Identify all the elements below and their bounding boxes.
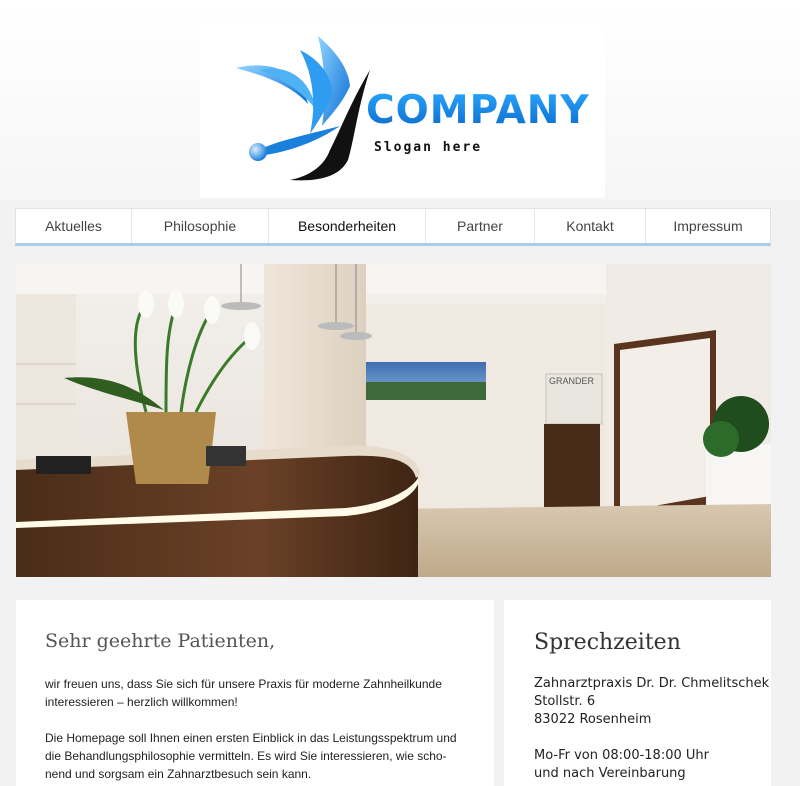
opening-times: Mo-Fr von 08:00-18:00 Uhr	[534, 748, 709, 763]
appointment-note: und nach Vereinbarung	[534, 766, 686, 781]
main-navigation: Aktuelles Philosophie Besonderheiten Par…	[15, 208, 771, 246]
hero-image: GRANDER	[16, 264, 771, 577]
welcome-intro-line-1: wir freuen uns, dass Sie sich für unsere…	[45, 677, 442, 691]
company-logo-icon	[236, 36, 370, 181]
logo-wordmark: COMPANY	[366, 88, 590, 133]
nav-item-philosophie[interactable]: Philosophie	[132, 209, 269, 243]
opening-hours-heading: Sprechzeiten	[534, 630, 681, 655]
nav-item-partner[interactable]: Partner	[426, 209, 535, 243]
logo-slogan: Slogan here	[374, 140, 483, 155]
grander-sign-label: GRANDER	[549, 376, 595, 386]
practice-street: Stollstr. 6	[534, 694, 596, 709]
nav-item-aktuelles[interactable]: Aktuelles	[16, 209, 132, 243]
opening-hours-panel: Sprechzeiten Zahnarztpraxis Dr. Dr. Chme…	[504, 600, 771, 786]
welcome-intro-line-2: interessieren – herzlich willkommen!	[45, 695, 238, 709]
header: COMPANY Slogan here	[0, 0, 800, 200]
welcome-body-line-2: die Behandlungsphilosophie vermitteln. E…	[45, 749, 447, 763]
welcome-body-line-1: Die Homepage soll Ihnen einen ersten Ein…	[45, 731, 457, 745]
nav-item-kontakt[interactable]: Kontakt	[535, 209, 646, 243]
practice-city: 83022 Rosenheim	[534, 712, 652, 727]
nav-item-besonderheiten[interactable]: Besonderheiten	[269, 209, 426, 243]
welcome-body-line-3: nend und sorgsam ein Zahnarztbesuch sein…	[45, 767, 312, 781]
welcome-heading: Sehr geehrte Patienten,	[45, 630, 276, 652]
welcome-panel: Sehr geehrte Patienten, wir freuen uns, …	[16, 600, 494, 786]
practice-name: Zahnarztpraxis Dr. Dr. Chmelitschek	[534, 676, 770, 691]
nav-item-impressum[interactable]: Impressum	[646, 209, 770, 243]
